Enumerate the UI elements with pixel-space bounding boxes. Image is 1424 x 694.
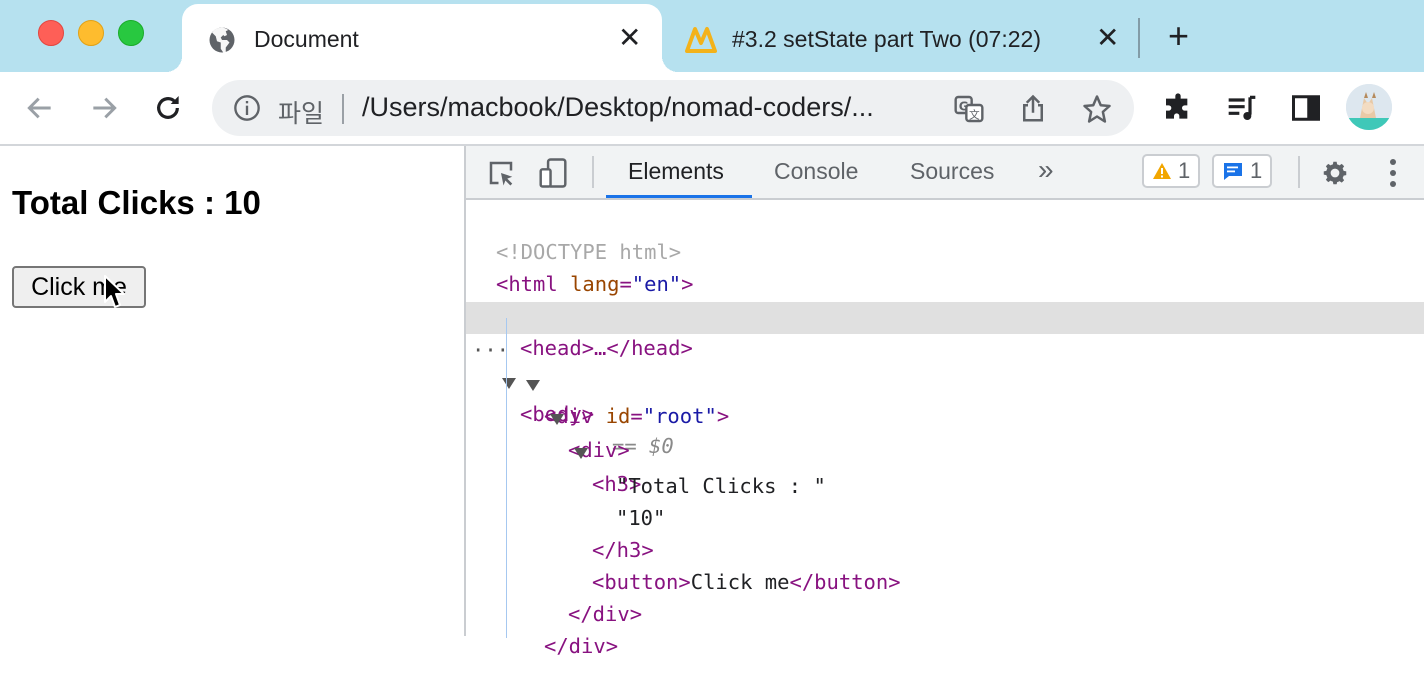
media-queue-icon[interactable] [1224,90,1260,126]
close-tab-button[interactable]: ✕ [618,24,641,52]
share-icon[interactable] [1016,92,1050,126]
warnings-badge[interactable]: 1 [1142,154,1201,188]
dom-node[interactable]: "10" [466,470,1424,530]
devtools-panel: Elements Console Sources » 1 1 <!DOCTYPE… [464,146,1424,658]
close-window-button[interactable] [38,20,64,46]
active-tab-underline [606,195,752,198]
reload-button[interactable] [150,90,186,126]
tab-sources[interactable]: Sources [910,158,994,185]
inspect-element-icon[interactable] [484,156,518,190]
dom-node[interactable]: <h3> [466,404,1424,496]
dom-node[interactable]: <!DOCTYPE html> [466,204,1424,264]
nomad-coders-logo-icon [684,22,718,56]
tab-document[interactable]: Document ✕ [166,4,678,72]
tab-title: Document [254,26,359,52]
reload-icon [157,96,179,119]
bookmark-star-icon[interactable] [1080,92,1114,126]
globe-icon [206,24,238,56]
messages-count: 1 [1250,158,1263,183]
warnings-count: 1 [1178,158,1191,183]
zoom-window-button[interactable] [118,20,144,46]
settings-gear-icon[interactable] [1318,156,1352,190]
forward-button[interactable] [86,90,122,126]
more-tabs-button[interactable]: » [1038,154,1054,186]
dom-node[interactable]: <head>…</head> [466,268,1424,360]
tab-strip: Document ✕ #3.2 setState part Two (07:22… [0,0,1424,72]
messages-badge[interactable]: 1 [1212,154,1273,188]
dom-node[interactable]: "Total Clicks : " [466,438,1424,498]
extensions-puzzle-icon[interactable] [1160,90,1196,126]
dom-node-selected[interactable]: ··· <body> == $0 [466,302,1424,458]
tree-guide-line [506,318,507,638]
dom-node[interactable]: </div> [466,598,1424,658]
site-label: 파일 [278,100,325,128]
close-tab-button[interactable]: ✕ [1096,24,1119,52]
info-icon[interactable] [232,93,262,123]
more-options-icon[interactable] [1376,156,1410,190]
total-clicks-heading: Total Clicks : 10 [12,184,261,221]
tab-console[interactable]: Console [774,158,858,185]
dom-node[interactable]: </div> [466,566,1424,626]
browser-toolbar: 파일 /Users/macbook/Desktop/nomad-coders/.… [0,72,1424,146]
message-icon [1224,163,1242,180]
dom-node[interactable]: <html lang="en"> [466,236,1424,296]
new-tab-button[interactable]: + [1168,16,1189,56]
minimize-window-button[interactable] [78,20,104,46]
tab-nomad[interactable]: #3.2 setState part Two (07:22) ✕ [680,4,1120,72]
profile-avatar[interactable] [1346,84,1392,130]
arrow-left-icon [27,97,51,119]
dom-node[interactable]: </h3> [466,502,1424,562]
svg-text:文: 文 [969,108,980,121]
address-bar[interactable]: 파일 /Users/macbook/Desktop/nomad-coders/.… [212,80,1134,136]
dom-node[interactable]: <button>Click me</button> [466,534,1424,594]
arrow-right-icon [93,97,117,119]
dom-node[interactable]: <div> [466,370,1424,462]
url-text[interactable]: /Users/macbook/Desktop/nomad-coders/... [362,92,874,123]
tab-separator [1138,18,1140,58]
dom-node[interactable]: <div id="root"> [466,336,1424,428]
back-button[interactable] [22,90,58,126]
mouse-pointer-icon [103,274,127,315]
address-divider [342,94,344,124]
toolbar-divider [1298,156,1300,188]
side-panel-icon[interactable] [1288,90,1324,126]
devtools-toolbar: Elements Console Sources » 1 1 [466,146,1424,200]
tab-elements[interactable]: Elements [628,158,724,185]
toolbar-divider [592,156,594,188]
translate-icon[interactable]: G文 [952,92,986,126]
tab-title: #3.2 setState part Two (07:22) [732,26,1041,52]
warning-icon [1153,163,1171,179]
div-close-node: </div> [544,634,619,658]
device-toolbar-icon[interactable] [536,156,570,190]
page-viewport: Total Clicks : 10 Click me [0,146,464,636]
